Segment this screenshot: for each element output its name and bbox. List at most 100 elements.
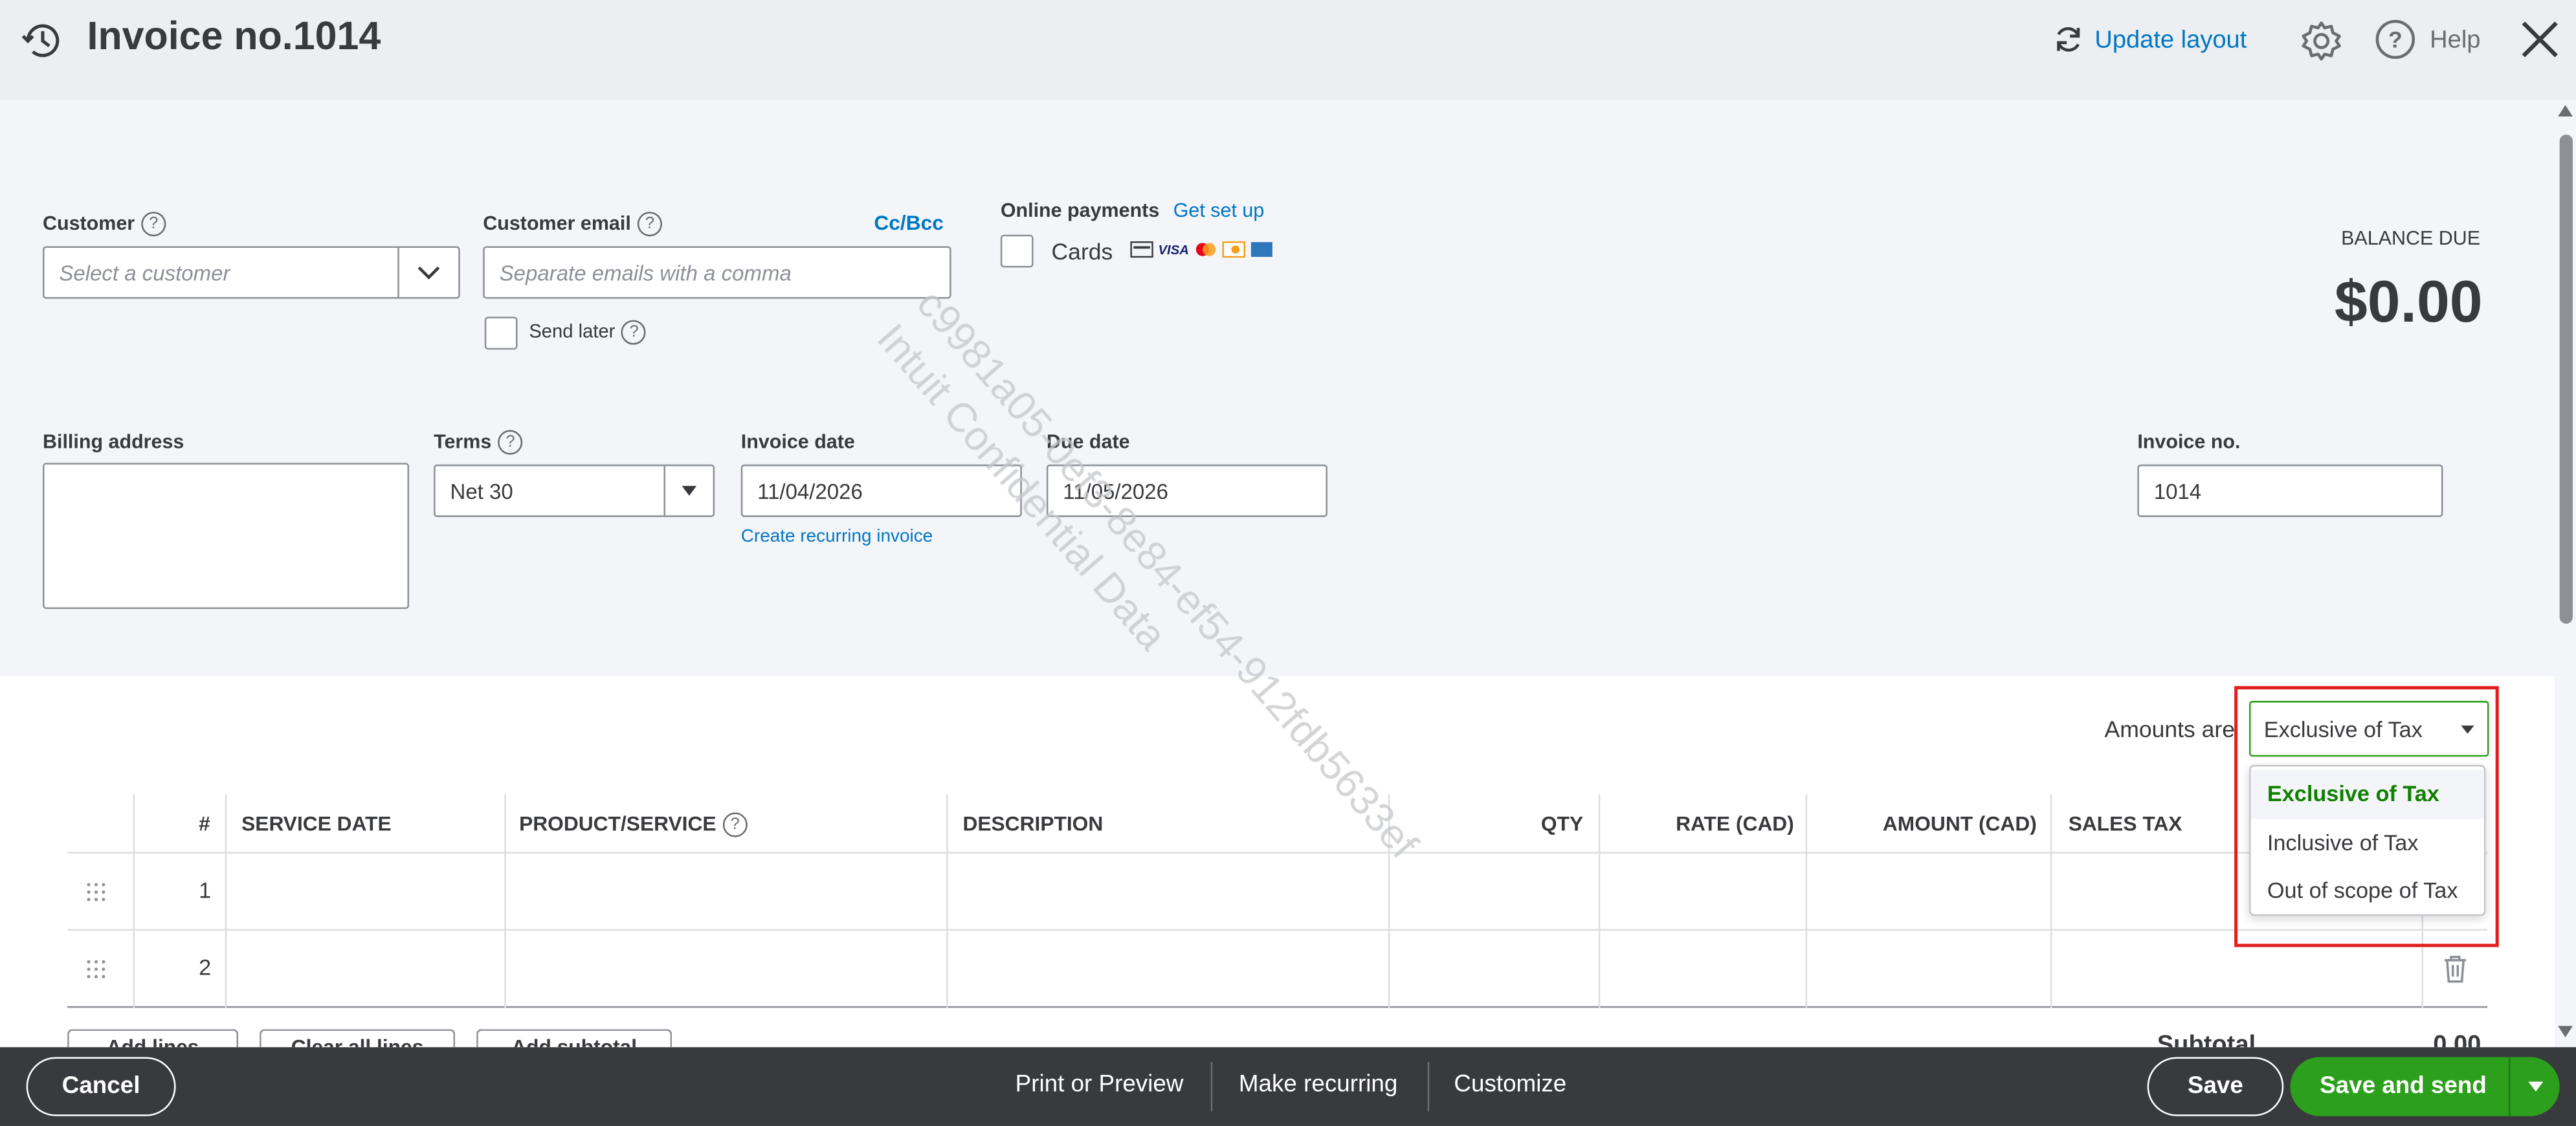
- help-icon[interactable]: ?: [722, 813, 748, 838]
- customer-dropdown-button[interactable]: [397, 247, 458, 298]
- add-subtotal-button[interactable]: Add subtotal: [476, 1029, 672, 1048]
- col-header-product-service: PRODUCT/SERVICE?: [519, 813, 748, 838]
- send-later-label: Send later?: [529, 320, 647, 345]
- scroll-down-arrow-icon[interactable]: [2558, 1026, 2573, 1038]
- column-divider: [1598, 794, 1601, 1008]
- save-options-dropdown[interactable]: [2511, 1057, 2560, 1116]
- col-header-qty: QTY: [1540, 812, 1584, 836]
- card-logos: VISA: [1130, 241, 1272, 258]
- subtotal-label: Subtotal: [2157, 1030, 2256, 1048]
- balance-due-amount: $0.00: [2334, 267, 2483, 335]
- history-icon[interactable]: [19, 18, 65, 64]
- option-out-of-scope-of-tax[interactable]: Out of scope of Tax: [2250, 867, 2483, 915]
- cancel-button[interactable]: Cancel: [26, 1057, 176, 1116]
- help-icon: ?: [2375, 19, 2415, 60]
- scrollbar-thumb[interactable]: [2559, 134, 2573, 624]
- help-icon[interactable]: ?: [498, 430, 523, 456]
- mastercard-icon: [1195, 243, 1216, 256]
- save-button[interactable]: Save: [2147, 1057, 2284, 1116]
- balance-due-label: BALANCE DUE: [2341, 226, 2481, 250]
- clear-all-lines-button[interactable]: Clear all lines: [260, 1029, 456, 1048]
- trash-icon[interactable]: [2443, 955, 2467, 983]
- scrollbar[interactable]: [2555, 100, 2576, 1048]
- update-layout-label: Update layout: [2094, 25, 2247, 54]
- invoice-no-field[interactable]: 1014: [2137, 464, 2443, 517]
- column-divider: [225, 794, 227, 1008]
- terms-label: Terms?: [434, 430, 523, 456]
- cc-bcc-link[interactable]: Cc/Bcc: [874, 212, 944, 235]
- customer-email-label: Customer email?: [483, 212, 663, 237]
- amounts-are-select[interactable]: Exclusive of Tax: [2248, 701, 2489, 757]
- customer-select[interactable]: Select a customer: [42, 246, 460, 299]
- create-recurring-link[interactable]: Create recurring invoice: [741, 527, 933, 546]
- col-header-rate: RATE (CAD): [1676, 812, 1794, 836]
- subtotal-value: 0.00: [2433, 1030, 2482, 1048]
- invoice-no-label: Invoice no.: [2137, 430, 2241, 454]
- help-label: Help: [2430, 25, 2481, 54]
- terms-select[interactable]: Net 30: [434, 464, 715, 517]
- option-inclusive-of-tax[interactable]: Inclusive of Tax: [2250, 818, 2483, 867]
- customer-placeholder: Select a customer: [59, 260, 230, 285]
- gear-icon[interactable]: [2298, 18, 2344, 64]
- invoice-date-label: Invoice date: [740, 430, 855, 454]
- amounts-dropdown-menu: Exclusive of Tax Inclusive of Tax Out of…: [2248, 764, 2486, 916]
- amounts-are-label: Amounts are: [2104, 715, 2236, 742]
- table-header-divider: [67, 852, 2487, 854]
- row-number: 2: [199, 955, 212, 980]
- column-divider: [1805, 794, 1808, 1008]
- customer-email-field[interactable]: Separate emails with a comma: [483, 246, 951, 299]
- online-payments: Online payments Get set up: [1001, 195, 1264, 225]
- invoice-date-field[interactable]: 11/04/2026: [740, 464, 1022, 517]
- save-and-send-label: Save and send: [2320, 1073, 2487, 1100]
- get-set-up-link[interactable]: Get set up: [1173, 199, 1265, 222]
- update-layout-link[interactable]: Update layout: [2052, 23, 2247, 56]
- caret-down-icon: [2461, 724, 2474, 733]
- close-icon[interactable]: [2515, 15, 2564, 64]
- terms-dropdown-button[interactable]: [663, 466, 713, 516]
- table-bottom-divider: [67, 1006, 2487, 1008]
- col-header-service-date: SERVICE DATE: [241, 812, 392, 836]
- make-recurring-link[interactable]: Make recurring: [1239, 1072, 1397, 1098]
- billing-address-label: Billing address: [42, 430, 184, 454]
- due-date-label: Due date: [1046, 430, 1130, 454]
- column-divider: [1388, 794, 1390, 1008]
- help-icon[interactable]: ?: [621, 320, 647, 345]
- row-number: 1: [199, 878, 212, 903]
- header-bar: Invoice no.1014 Update layout ? Help: [0, 0, 2576, 100]
- column-divider: [946, 794, 948, 1008]
- caret-down-icon: [2527, 1081, 2543, 1092]
- col-header-amount: AMOUNT (CAD): [1882, 812, 2037, 836]
- billing-address-field[interactable]: [42, 463, 410, 610]
- due-date-field[interactable]: 11/05/2026: [1046, 464, 1327, 517]
- add-lines-button[interactable]: Add lines: [67, 1029, 239, 1048]
- print-preview-link[interactable]: Print or Preview: [1016, 1072, 1184, 1098]
- discover-card-icon: [1221, 241, 1245, 258]
- help-icon[interactable]: ?: [637, 212, 663, 237]
- footer-separator: [1427, 1062, 1430, 1112]
- customize-link[interactable]: Customize: [1454, 1072, 1566, 1098]
- save-and-send-button[interactable]: Save and send: [2290, 1057, 2560, 1116]
- page-title: Invoice no.1014: [87, 14, 381, 60]
- online-payments-label: Online payments: [1000, 198, 1160, 222]
- drag-handle-icon[interactable]: [85, 881, 107, 903]
- send-later-checkbox[interactable]: [484, 316, 518, 350]
- help-icon[interactable]: ?: [141, 212, 166, 237]
- help-button[interactable]: ? Help: [2374, 18, 2481, 61]
- drag-handle-icon[interactable]: [85, 958, 107, 980]
- col-header-number: #: [199, 812, 210, 836]
- chevron-down-icon: [417, 266, 440, 280]
- terms-value: Net 30: [450, 478, 513, 503]
- visa-logo: VISA: [1158, 242, 1189, 257]
- bank-card-icon: [1130, 241, 1153, 258]
- scroll-up-arrow-icon[interactable]: [2558, 105, 2573, 117]
- email-placeholder: Separate emails with a comma: [499, 260, 792, 285]
- option-exclusive-of-tax[interactable]: Exclusive of Tax: [2250, 769, 2484, 819]
- cards-checkbox[interactable]: [1000, 234, 1034, 268]
- svg-text:?: ?: [2388, 27, 2403, 53]
- column-divider: [2050, 794, 2052, 1008]
- column-divider: [504, 794, 506, 1008]
- customer-label: Customer?: [43, 212, 166, 237]
- refresh-icon: [2057, 27, 2080, 52]
- col-header-description: DESCRIPTION: [962, 812, 1104, 836]
- amounts-selected-value: Exclusive of Tax: [2263, 716, 2423, 742]
